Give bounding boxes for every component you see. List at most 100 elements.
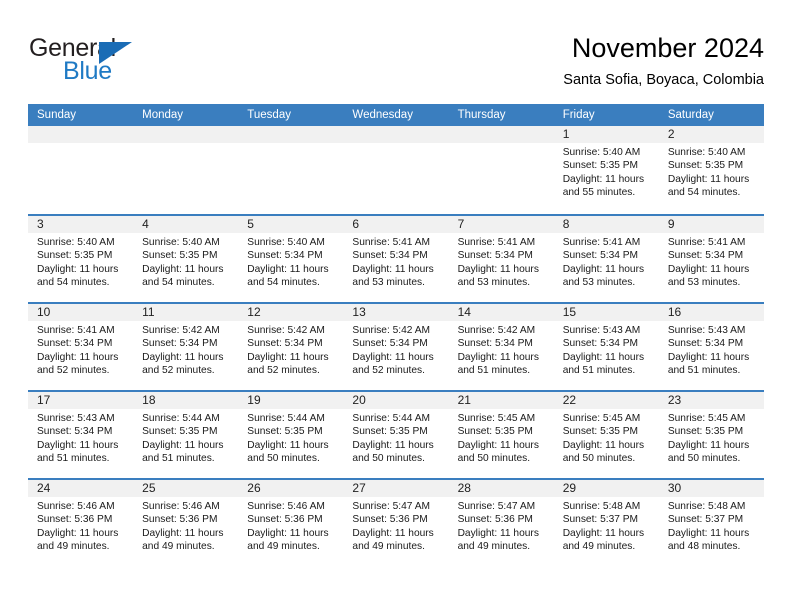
day-number: 3 bbox=[28, 216, 134, 233]
sunrise-text: Sunrise: 5:43 AM bbox=[37, 413, 115, 424]
day-cell-empty bbox=[28, 126, 134, 214]
brand-name-blue: Blue bbox=[63, 57, 112, 85]
day-number: 24 bbox=[28, 480, 134, 497]
weekday-header-wednesday: Wednesday bbox=[352, 109, 413, 121]
sunrise-text: Sunrise: 5:45 AM bbox=[457, 413, 536, 424]
day-number: 19 bbox=[238, 392, 344, 409]
day-cell[interactable]: 5 Sunrise: 5:40 AM Sunset: 5:34 PM Daylight… bbox=[238, 216, 344, 302]
day-cell[interactable]: 24 Sunrise: 5:46 AM Sunset: 5:36 PM Dayligh… bbox=[28, 480, 134, 566]
day-number: 14 bbox=[448, 304, 554, 321]
day-number: 18 bbox=[133, 392, 239, 409]
day-cell[interactable]: 1 Sunrise: 5:40 AM Sunset: 5:35 PM Daylight… bbox=[553, 126, 659, 214]
sunrise-text: Sunrise: 5:41 AM bbox=[667, 237, 746, 248]
weekday-header-saturday: Saturday bbox=[667, 109, 714, 121]
day-number: 11 bbox=[133, 304, 239, 321]
day-cell[interactable]: 19 Sunrise: 5:44 AM Sunset: 5:35 PM Dayligh… bbox=[238, 392, 344, 478]
day-details: Sunrise: 5:41 AM Sunset: 5:34 PM Daylight:… bbox=[449, 233, 554, 289]
daylight-text-line2: and 53 minutes. bbox=[457, 276, 531, 288]
day-cell[interactable]: 12 Sunrise: 5:42 AM Sunset: 5:34 PM Dayligh… bbox=[238, 304, 344, 390]
day-details: Sunrise: 5:42 AM Sunset: 5:34 PM Daylight:… bbox=[343, 321, 448, 377]
day-cell[interactable]: 30 Sunrise: 5:48 AM Sunset: 5:37 PM Dayligh… bbox=[658, 480, 764, 566]
daylight-text-line1: Daylight: 11 hours bbox=[457, 527, 539, 539]
daylight-text-line2: and 48 minutes. bbox=[667, 540, 741, 552]
day-cell[interactable]: 13 Sunrise: 5:42 AM Sunset: 5:34 PM Dayligh… bbox=[343, 304, 449, 390]
brand-logo[interactable]: General Blue bbox=[29, 34, 259, 86]
daylight-text-line2: and 51 minutes. bbox=[457, 364, 531, 376]
day-number: 28 bbox=[448, 480, 554, 497]
daylight-text-line1: Daylight: 11 hours bbox=[457, 351, 539, 363]
daylight-text-line1: Daylight: 11 hours bbox=[352, 351, 434, 363]
daylight-text-line1: Daylight: 11 hours bbox=[37, 351, 119, 363]
day-cell[interactable]: 18 Sunrise: 5:44 AM Sunset: 5:35 PM Dayligh… bbox=[133, 392, 239, 478]
day-number: 12 bbox=[238, 304, 344, 321]
day-number: 22 bbox=[553, 392, 659, 409]
day-cell[interactable]: 3 Sunrise: 5:40 AM Sunset: 5:35 PM Daylight… bbox=[28, 216, 134, 302]
day-cell[interactable]: 14 Sunrise: 5:42 AM Sunset: 5:34 PM Dayligh… bbox=[448, 304, 554, 390]
sunset-text: Sunset: 5:34 PM bbox=[562, 338, 639, 350]
daylight-text-line2: and 50 minutes. bbox=[562, 452, 636, 464]
day-cell[interactable]: 16 Sunrise: 5:43 AM Sunset: 5:34 PM Dayligh… bbox=[658, 304, 764, 390]
daylight-text-line2: and 53 minutes. bbox=[562, 276, 636, 288]
day-cell[interactable]: 15 Sunrise: 5:43 AM Sunset: 5:34 PM Dayligh… bbox=[553, 304, 659, 390]
daylight-text-line2: and 49 minutes. bbox=[457, 540, 531, 552]
weekday-header-sunday: Sunday bbox=[37, 109, 77, 121]
day-details: Sunrise: 5:42 AM Sunset: 5:34 PM Daylight:… bbox=[449, 321, 554, 377]
sunset-text: Sunset: 5:34 PM bbox=[562, 250, 639, 262]
day-cell[interactable]: 11 Sunrise: 5:42 AM Sunset: 5:34 PM Dayligh… bbox=[133, 304, 239, 390]
day-cell[interactable]: 9 Sunrise: 5:41 AM Sunset: 5:34 PM Daylight… bbox=[658, 216, 764, 302]
day-cell[interactable]: 4 Sunrise: 5:40 AM Sunset: 5:35 PM Daylight… bbox=[133, 216, 239, 302]
sunset-text: Sunset: 5:34 PM bbox=[37, 338, 113, 350]
daylight-text-line2: and 54 minutes. bbox=[142, 276, 215, 288]
daylight-text-line2: and 55 minutes. bbox=[562, 186, 636, 198]
daylight-text-line2: and 50 minutes. bbox=[667, 452, 741, 464]
sunset-text: Sunset: 5:35 PM bbox=[37, 250, 113, 262]
calendar-weeks: 1 Sunrise: 5:40 AM Sunset: 5:35 PM Daylight… bbox=[28, 126, 764, 566]
daylight-text-line2: and 54 minutes. bbox=[37, 276, 110, 288]
day-cell[interactable]: 6 Sunrise: 5:41 AM Sunset: 5:34 PM Daylight… bbox=[343, 216, 449, 302]
day-cell[interactable]: 17 Sunrise: 5:43 AM Sunset: 5:34 PM Dayligh… bbox=[28, 392, 134, 478]
day-cell[interactable]: 8 Sunrise: 5:41 AM Sunset: 5:34 PM Daylight… bbox=[553, 216, 659, 302]
sunset-text: Sunset: 5:34 PM bbox=[247, 250, 323, 262]
sunset-text: Sunset: 5:35 PM bbox=[667, 160, 744, 172]
day-cell[interactable]: 28 Sunrise: 5:47 AM Sunset: 5:36 PM Dayligh… bbox=[448, 480, 554, 566]
daylight-text-line1: Daylight: 11 hours bbox=[247, 351, 329, 363]
day-number: 17 bbox=[28, 392, 134, 409]
sunset-text: Sunset: 5:36 PM bbox=[247, 514, 323, 526]
sunrise-text: Sunrise: 5:44 AM bbox=[247, 413, 325, 424]
sunset-text: Sunset: 5:35 PM bbox=[142, 250, 218, 262]
day-cell[interactable]: 21 Sunrise: 5:45 AM Sunset: 5:35 PM Dayligh… bbox=[448, 392, 554, 478]
day-number bbox=[133, 126, 239, 143]
day-cell[interactable]: 10 Sunrise: 5:41 AM Sunset: 5:34 PM Dayligh… bbox=[28, 304, 134, 390]
day-cell[interactable]: 7 Sunrise: 5:41 AM Sunset: 5:34 PM Daylight… bbox=[448, 216, 554, 302]
day-cell[interactable]: 20 Sunrise: 5:44 AM Sunset: 5:35 PM Dayligh… bbox=[343, 392, 449, 478]
sunset-text: Sunset: 5:36 PM bbox=[37, 514, 113, 526]
day-details: Sunrise: 5:44 AM Sunset: 5:35 PM Daylight:… bbox=[238, 409, 343, 465]
day-cell[interactable]: 26 Sunrise: 5:46 AM Sunset: 5:36 PM Dayligh… bbox=[238, 480, 344, 566]
sunrise-text: Sunrise: 5:40 AM bbox=[142, 237, 220, 248]
daylight-text-line1: Daylight: 11 hours bbox=[457, 263, 539, 275]
sunrise-text: Sunrise: 5:41 AM bbox=[457, 237, 536, 248]
day-cell[interactable]: 25 Sunrise: 5:46 AM Sunset: 5:36 PM Dayligh… bbox=[133, 480, 239, 566]
sunset-text: Sunset: 5:35 PM bbox=[352, 426, 428, 438]
daylight-text-line1: Daylight: 11 hours bbox=[352, 439, 434, 451]
calendar-week-row: 1 Sunrise: 5:40 AM Sunset: 5:35 PM Daylight… bbox=[28, 126, 764, 214]
day-cell[interactable]: 29 Sunrise: 5:48 AM Sunset: 5:37 PM Dayligh… bbox=[553, 480, 659, 566]
day-cell[interactable]: 22 Sunrise: 5:45 AM Sunset: 5:35 PM Dayligh… bbox=[553, 392, 659, 478]
daylight-text-line1: Daylight: 11 hours bbox=[667, 173, 750, 185]
sunset-text: Sunset: 5:34 PM bbox=[352, 250, 428, 262]
sunset-text: Sunset: 5:34 PM bbox=[457, 250, 533, 262]
day-number bbox=[448, 126, 554, 143]
day-details: Sunrise: 5:45 AM Sunset: 5:35 PM Daylight:… bbox=[554, 409, 659, 465]
day-details: Sunrise: 5:40 AM Sunset: 5:35 PM Daylight:… bbox=[133, 233, 238, 289]
sunrise-text: Sunrise: 5:40 AM bbox=[562, 147, 641, 158]
day-details: Sunrise: 5:47 AM Sunset: 5:36 PM Daylight:… bbox=[449, 497, 554, 553]
sunset-text: Sunset: 5:36 PM bbox=[352, 514, 428, 526]
daylight-text-line2: and 49 minutes. bbox=[247, 540, 320, 552]
day-cell[interactable]: 23 Sunrise: 5:45 AM Sunset: 5:35 PM Dayligh… bbox=[658, 392, 764, 478]
day-cell[interactable]: 2 Sunrise: 5:40 AM Sunset: 5:35 PM Daylight… bbox=[658, 126, 764, 214]
day-cell-empty bbox=[238, 126, 344, 214]
daylight-text-line2: and 51 minutes. bbox=[667, 364, 741, 376]
daylight-text-line2: and 51 minutes. bbox=[562, 364, 636, 376]
day-cell[interactable]: 27 Sunrise: 5:47 AM Sunset: 5:36 PM Dayligh… bbox=[343, 480, 449, 566]
day-number: 9 bbox=[658, 216, 764, 233]
